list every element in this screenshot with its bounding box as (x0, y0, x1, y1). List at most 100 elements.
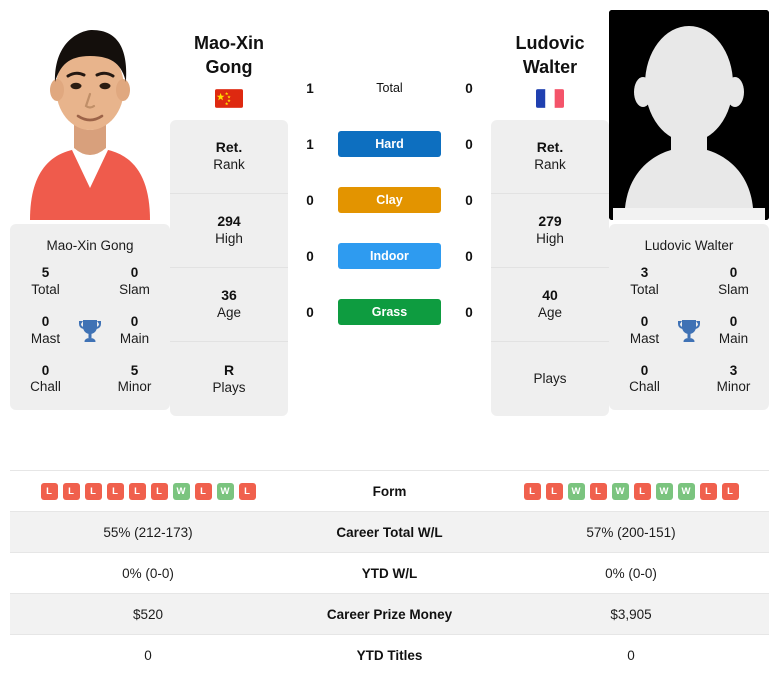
left-titles-mast-label: Mast (30, 330, 61, 346)
left-rank-cell-0: Ret. Rank (170, 120, 288, 194)
left-surface-total-value: 1 (306, 80, 314, 96)
left-form-cell: LLLLLLWLWL (10, 471, 286, 512)
form-result-badge[interactable]: L (84, 482, 102, 500)
right-rank-value-0: Ret. (536, 139, 564, 156)
left-rank-label-1: High (215, 231, 243, 247)
row-label-ytd-titles: YTD Titles (356, 647, 423, 663)
right-form-cell: LLWLWLWWLL (493, 471, 769, 512)
left-career-total-wl: 55% (212-173) (10, 511, 286, 553)
left-titles-total-label: Total (31, 281, 60, 297)
surface-label-hard: Hard (338, 131, 441, 157)
right-player-first-name: Ludovic (515, 33, 585, 53)
right-rank-value-1: 279 (538, 213, 562, 230)
form-result-badge[interactable]: L (238, 482, 256, 500)
right-titles-total: 3 Total (617, 265, 672, 299)
left-ytd-wl: 0% (0-0) (122, 565, 174, 581)
right-titles-main-label: Main (718, 330, 749, 346)
surface-label-indoor: Indoor (338, 243, 441, 269)
right-player-header: Ludovic Walter (491, 10, 609, 108)
right-rank-label-0: Rank (534, 157, 566, 173)
form-result-badge[interactable]: L (128, 482, 146, 500)
left-titles-slam: 0 Slam (107, 265, 162, 299)
left-titles-main: 0 Main (107, 314, 162, 348)
table-row: $520 Career Prize Money $3,905 (10, 593, 769, 635)
right-surface-grass-value: 0 (465, 304, 473, 320)
right-titles-box: Ludovic Walter 3 Total 0 Slam 0 Mast 0 M… (609, 224, 769, 411)
row-label-career-prize-money: Career Prize Money (286, 593, 493, 635)
left-titles-main-label: Main (119, 330, 150, 346)
left-player-photo (10, 10, 170, 220)
trophy-icon (73, 318, 107, 344)
player-photo-image (10, 10, 170, 220)
right-rank-cell-0: Ret. Rank (491, 120, 609, 194)
right-rank-label-3: Plays (533, 370, 567, 386)
left-surface-grass-value: 0 (306, 304, 314, 320)
table-row: 0 YTD Titles 0 (10, 634, 769, 676)
left-rank-cell-3: R Plays (170, 342, 288, 416)
left-titles-total: 5 Total (18, 265, 73, 299)
cn-flag-icon (215, 88, 243, 108)
form-result-badge[interactable]: L (699, 482, 717, 500)
form-result-badge[interactable]: W (172, 482, 190, 500)
left-player-header: Mao-Xin Gong (170, 10, 288, 108)
form-result-badge[interactable]: L (545, 482, 563, 500)
row-label-form: Form (372, 483, 407, 499)
right-titles-minor-value: 3 (729, 362, 738, 378)
form-result-badge[interactable]: L (40, 482, 58, 500)
right-titles-total-value: 3 (640, 265, 649, 280)
left-titles-box: Mao-Xin Gong 5 Total 0 Slam 0 Mast 0 Mai… (10, 224, 170, 411)
left-titles-chall: 0 Chall (18, 363, 73, 397)
form-result-badge[interactable]: L (62, 482, 80, 500)
left-titles-slam-value: 0 (130, 265, 139, 280)
right-player-summary: Ludovic Walter Ret. Rank 279 High 40 Age… (491, 10, 609, 416)
form-result-badge[interactable]: L (194, 482, 212, 500)
row-label-career-total-wl: Career Total W/L (286, 511, 493, 553)
form-result-badge[interactable]: L (633, 482, 651, 500)
surface-label-clay: Clay (338, 187, 441, 213)
left-rank-cell-2: 36 Age (170, 268, 288, 342)
right-ytd-wl: 0% (0-0) (605, 565, 657, 581)
left-titles-chall-value: 0 (41, 362, 50, 378)
form-result-badge[interactable]: W (677, 482, 695, 500)
right-surface-clay-value: 0 (465, 192, 473, 208)
left-titles-grid: 5 Total 0 Slam 0 Mast 0 Main 0 Chall 5 M… (18, 265, 162, 396)
left-rank-label-3: Plays (212, 379, 246, 395)
trophy-icon-glyph (79, 319, 101, 342)
player-comparison-page: Mao-Xin Gong 5 Total 0 Slam 0 Mast 0 Mai… (0, 0, 779, 699)
right-surface-indoor-value: 0 (465, 248, 473, 264)
right-titles-grid: 3 Total 0 Slam 0 Mast 0 Main 0 Chall 3 M… (617, 265, 761, 396)
right-rank-cell-2: 40 Age (491, 268, 609, 342)
right-career-prize-money: $3,905 (493, 593, 769, 635)
left-titles-main-value: 0 (130, 313, 139, 329)
left-surface-hard-value: 1 (306, 136, 314, 152)
form-result-badge[interactable]: W (611, 482, 629, 500)
left-rank-label-0: Rank (213, 157, 245, 173)
left-surface-indoor-value: 0 (306, 248, 314, 264)
right-form-strip: LLWLWLWWLL (497, 482, 765, 500)
right-career-total-wl: 57% (200-151) (493, 511, 769, 553)
left-form-strip: LLLLLLWLWL (14, 482, 282, 500)
form-result-badge[interactable]: L (150, 482, 168, 500)
table-row: 0% (0-0) YTD W/L 0% (0-0) (10, 552, 769, 594)
stats-comparison-table: LLLLLLWLWL Form LLWLWLWWLL 55% (212-173)… (10, 470, 769, 676)
left-rank-value-1: 294 (217, 213, 241, 230)
form-result-badge[interactable]: L (721, 482, 739, 500)
right-rank-value-2: 40 (542, 287, 558, 304)
form-result-badge[interactable]: W (567, 482, 585, 500)
form-result-badge[interactable]: L (523, 482, 541, 500)
right-titles-player-name: Ludovic Walter (644, 238, 734, 253)
surface-comparison: 1 Total 0 1 Hard 0 0 Clay 0 0 Indoor 0 0 (288, 10, 491, 340)
right-player-last-name: Walter (522, 56, 578, 77)
surface-row-grass: 0 Grass 0 (288, 284, 491, 340)
right-titles-slam-label: Slam (718, 281, 749, 297)
form-result-badge[interactable]: W (216, 482, 234, 500)
left-rank-label-2: Age (216, 305, 242, 321)
form-result-badge[interactable]: L (106, 482, 124, 500)
right-titles-mast: 0 Mast (617, 314, 672, 348)
form-result-badge[interactable]: W (655, 482, 673, 500)
right-surface-hard-value: 0 (465, 136, 473, 152)
left-titles-total-value: 5 (41, 265, 50, 280)
form-result-badge[interactable]: L (589, 482, 607, 500)
right-player-photo (609, 10, 769, 220)
left-player-last-name: Gong (205, 56, 253, 77)
